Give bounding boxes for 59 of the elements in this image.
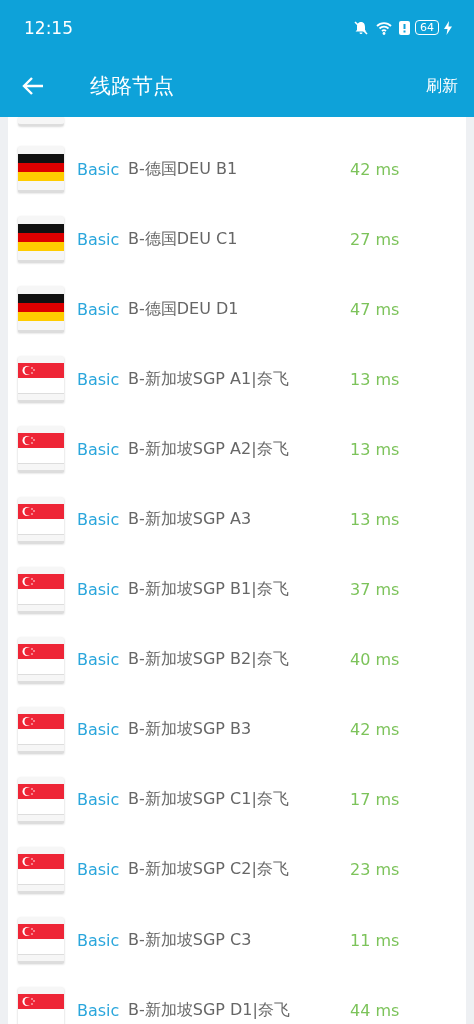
charging-icon [444, 20, 452, 35]
node-name[interactable]: B-新加坡SGP A1|奈飞 [128, 368, 350, 390]
page-title: 线路节点 [90, 73, 175, 100]
tier-label: Basic [77, 720, 121, 740]
node-name[interactable]: B-新加坡SGP C1|奈飞 [128, 789, 350, 811]
tier-label: Basic [77, 510, 121, 529]
node-name[interactable]: B-新加坡SGP B1|奈飞 [128, 579, 350, 601]
latency-value: 13 ms [350, 439, 400, 459]
node-name[interactable]: B-新加坡SGP D1|奈飞 [128, 999, 350, 1021]
singapore-flag-icon [18, 496, 64, 543]
tier-label: Basic [77, 159, 121, 179]
latency-value: 13 ms [350, 369, 400, 389]
back-arrow-icon[interactable] [22, 76, 44, 96]
node-name[interactable]: B-新加坡SGP A3 [128, 509, 350, 530]
germany-flag-icon [18, 146, 64, 193]
latency-value: 44 ms [350, 1000, 400, 1020]
tier-label: Basic [77, 229, 121, 249]
tier-label: Basic [77, 1000, 121, 1020]
status-time: 12:15 [24, 17, 73, 38]
latency-value: 27 ms [350, 229, 400, 249]
battery-level: 64 [415, 20, 439, 35]
tier-label: Basic [77, 299, 121, 319]
singapore-flag-icon [18, 847, 64, 893]
singapore-flag-icon [18, 566, 64, 613]
tier-label: Basic [77, 930, 121, 950]
node-name[interactable]: B-新加坡SGP C2|奈飞 [128, 859, 350, 881]
latency-value: 47 ms [350, 299, 400, 319]
node-name[interactable]: B-新加坡SGP B3 [128, 719, 350, 741]
tier-label: Basic [77, 790, 121, 810]
latency-value: 13 ms [350, 510, 400, 529]
node-name[interactable]: B-新加坡SGP A2|奈飞 [128, 438, 350, 460]
latency-value: 42 ms [350, 720, 400, 740]
alert-icon [399, 20, 410, 35]
singapore-flag-icon [18, 426, 64, 473]
node-name[interactable]: B-德国DEU D1 [128, 298, 350, 320]
latency-value: 37 ms [350, 580, 400, 600]
node-name[interactable]: B-新加坡SGP C3 [128, 929, 350, 951]
singapore-flag-icon [18, 706, 64, 753]
tier-label: Basic [77, 650, 121, 670]
tier-label: Basic [77, 580, 121, 600]
node-name[interactable]: B-德国DEU B1 [128, 158, 350, 180]
latency-value: 42 ms [350, 159, 400, 179]
tier-label: Basic [77, 860, 121, 880]
bell-muted-icon [353, 19, 369, 36]
singapore-flag-icon [18, 917, 64, 964]
node-name[interactable]: B-德国DEU C1 [128, 228, 350, 250]
wifi-icon [374, 19, 394, 36]
node-name[interactable]: B-新加坡SGP B2|奈飞 [128, 649, 350, 671]
latency-value: 23 ms [350, 860, 400, 880]
latency-value: 11 ms [350, 930, 400, 950]
singapore-flag-icon [18, 636, 64, 683]
latency-value: 40 ms [350, 650, 400, 670]
tier-label: Basic [77, 439, 121, 459]
singapore-flag-icon [18, 356, 64, 403]
tier-label: Basic [77, 369, 121, 389]
germany-flag-icon [18, 216, 64, 263]
germany-flag-icon [18, 286, 64, 333]
singapore-flag-icon [18, 776, 64, 823]
latency-value: 17 ms [350, 790, 400, 810]
